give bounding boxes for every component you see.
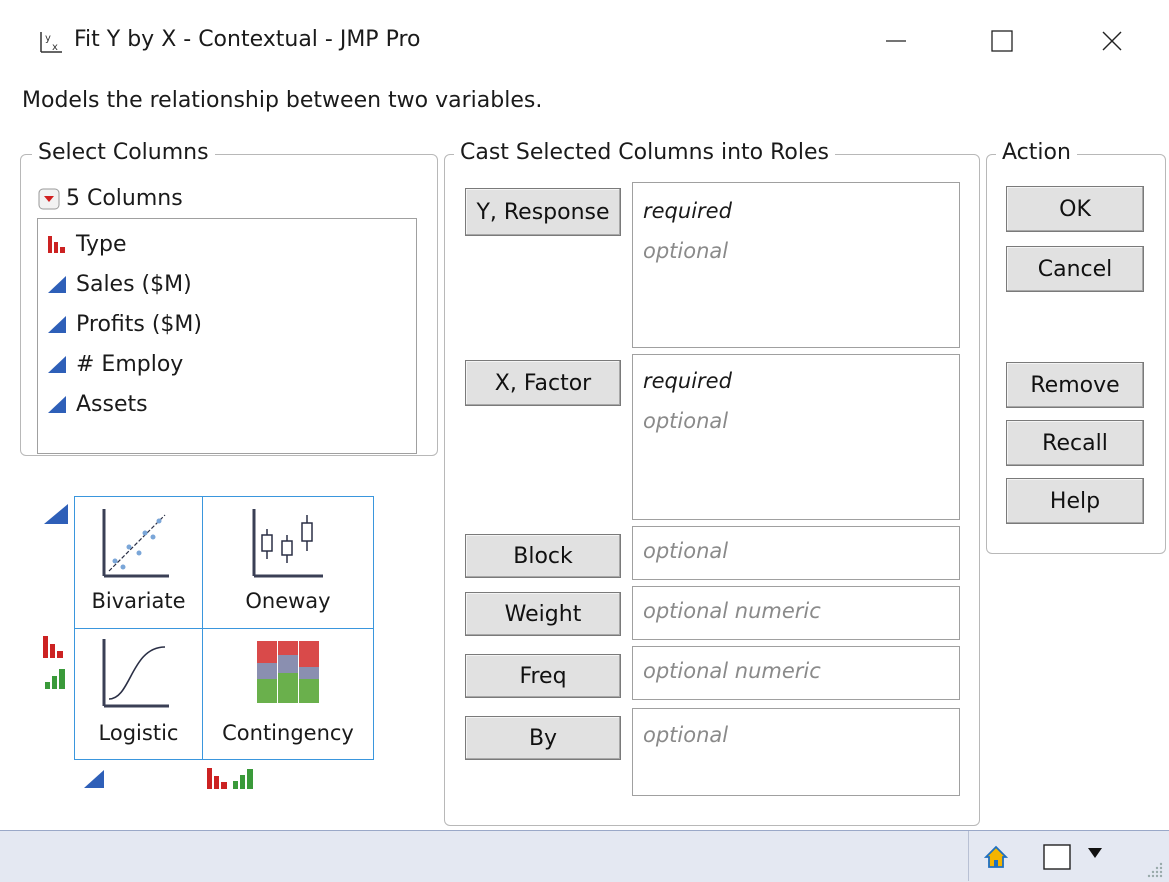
weight-role-box[interactable]: optional numeric [632,586,960,640]
x-factor-button[interactable]: X, Factor [465,360,621,406]
bivariate-scatter-icon [102,509,169,578]
ordinal-y-icon [45,669,65,689]
list-item-assets[interactable]: Assets [46,384,148,424]
column-count-header: 5 Columns [38,186,183,211]
block-role-box[interactable]: optional [632,526,960,580]
ordinal-x-icon [233,769,253,789]
help-button[interactable]: Help [1006,478,1144,524]
maximize-icon [991,30,1013,52]
close-icon [1102,31,1122,51]
list-item-type[interactable]: Type [46,224,127,264]
block-button[interactable]: Block [465,534,621,578]
platform-label: Contingency [222,721,354,745]
column-name: Profits ($M) [76,311,202,337]
required-hint: required [643,199,732,223]
cancel-button[interactable]: Cancel [1006,246,1144,292]
optional-hint: optional [643,723,729,747]
maximize-button[interactable] [972,18,1032,64]
logistic-curve-icon [102,639,169,708]
platform-oneway[interactable]: Oneway [203,497,373,628]
continuous-triangle-icon [48,276,66,293]
required-hint: required [643,369,732,393]
freq-button[interactable]: Freq [465,654,621,698]
minimize-button[interactable] [866,18,926,64]
roles-legend: Cast Selected Columns into Roles [454,140,835,166]
status-divider [968,831,969,881]
minimize-icon [886,40,906,42]
window-list-icon[interactable] [1042,843,1072,871]
continuous-x-icon [84,770,104,788]
continuous-triangle-icon [48,396,66,413]
nominal-bar-icon [48,236,65,253]
column-name: Type [76,231,127,257]
nominal-x-icon [207,768,227,789]
by-button[interactable]: By [465,716,621,760]
dropdown-arrow-icon[interactable] [1086,845,1104,861]
optional-hint: optional [643,239,729,263]
platform-label: Logistic [98,721,179,745]
y-response-role-box[interactable]: required optional [632,182,960,348]
platform-contingency[interactable]: Contingency [203,629,373,760]
optional-hint: optional [643,409,729,433]
resize-grip-icon[interactable] [1146,861,1164,879]
svg-text:y: y [45,33,51,44]
freq-role-box[interactable]: optional numeric [632,646,960,700]
platform-logistic[interactable]: Logistic [75,629,202,760]
optional-hint: optional numeric [643,599,821,623]
list-item-profits[interactable]: Profits ($M) [46,304,202,344]
fit-y-by-x-icon: y x [40,32,62,53]
list-item-employ[interactable]: # Employ [46,344,183,384]
window-title: Fit Y by X - Contextual - JMP Pro [74,27,421,52]
title-bar: y x Fit Y by X - Contextual - JMP Pro [0,0,1169,86]
continuous-y-icon [44,504,68,524]
column-count-label: 5 Columns [66,186,183,211]
optional-hint: optional numeric [643,659,821,683]
x-factor-role-box[interactable]: required optional [632,354,960,520]
continuous-triangle-icon [48,356,66,373]
status-bar [0,830,1169,882]
platform-grid: Bivariate Oneway Logistic Contingency [74,496,374,760]
remove-button[interactable]: Remove [1006,362,1144,408]
recall-button[interactable]: Recall [1006,420,1144,466]
platform-description: Models the relationship between two vari… [22,88,543,113]
platform-bivariate[interactable]: Bivariate [75,497,202,628]
oneway-boxplot-icon [252,509,323,578]
list-item-sales[interactable]: Sales ($M) [46,264,192,304]
column-name: Sales ($M) [76,271,192,297]
continuous-triangle-icon [48,316,66,333]
contingency-mosaic-icon [257,641,319,703]
platform-label: Oneway [245,589,331,613]
weight-button[interactable]: Weight [465,592,621,636]
by-role-box[interactable]: optional [632,708,960,796]
close-button[interactable] [1082,18,1142,64]
column-list[interactable]: Type Sales ($M) Profits ($M) # Employ As… [37,218,417,454]
column-name: Assets [76,391,148,417]
platform-label: Bivariate [91,589,186,613]
select-columns-legend: Select Columns [32,140,215,166]
action-legend: Action [996,140,1077,166]
home-icon[interactable] [984,845,1008,869]
ok-button[interactable]: OK [1006,186,1144,232]
svg-text:x: x [52,42,58,53]
column-name: # Employ [76,351,184,377]
optional-hint: optional [643,539,729,563]
red-triangle-menu-icon[interactable] [38,188,60,210]
y-response-button[interactable]: Y, Response [465,188,621,236]
nominal-y-icon [43,636,63,658]
